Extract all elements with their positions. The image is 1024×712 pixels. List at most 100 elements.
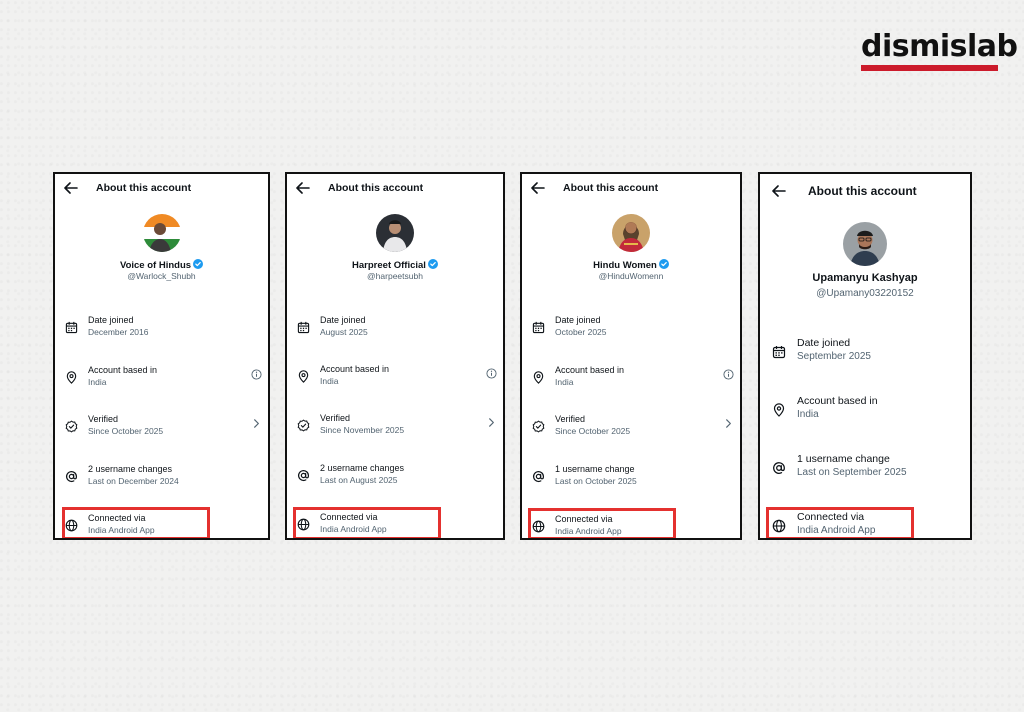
- calendar-icon: [297, 321, 310, 334]
- logo-underline-bar: [861, 65, 998, 71]
- at-sign-icon: [772, 461, 786, 475]
- account-card-1: About this account Voice of Hindus @Warl…: [53, 172, 270, 540]
- handle: @Warlock_Shubh: [127, 271, 196, 281]
- row-title: 2 username changes: [88, 464, 173, 474]
- chevron-right-icon[interactable]: [251, 418, 262, 429]
- verified-badge-icon: [659, 259, 669, 269]
- card-header: About this account: [55, 174, 268, 202]
- info-row-username-changes[interactable]: 2 username changes Last on December 2024: [55, 464, 268, 494]
- avatar: [612, 214, 650, 252]
- info-row-username-changes[interactable]: 1 username change Last on September 2025: [760, 453, 970, 483]
- row-title: Verified: [88, 414, 119, 424]
- row-value: Last on December 2024: [88, 476, 179, 486]
- handle: @HinduWomenn: [598, 271, 664, 281]
- highlight-box: [62, 507, 210, 538]
- display-name-row: Upamanyu Kashyap: [760, 272, 970, 284]
- highlight-box: [293, 507, 441, 538]
- info-icon[interactable]: [486, 368, 497, 379]
- avatar: [843, 222, 887, 266]
- card-header: About this account: [760, 174, 970, 202]
- location-pin-icon: [297, 370, 310, 383]
- location-pin-icon: [532, 371, 545, 384]
- header-title: About this account: [808, 184, 917, 198]
- info-row-date-joined[interactable]: Date joined August 2025: [287, 315, 503, 345]
- row-value: Last on August 2025: [320, 475, 398, 485]
- row-value: Since October 2025: [88, 426, 164, 436]
- calendar-icon: [532, 321, 545, 334]
- highlight-box: [528, 508, 676, 538]
- row-title: 2 username changes: [320, 463, 405, 473]
- row-title: Verified: [555, 414, 586, 424]
- calendar-icon: [65, 321, 78, 334]
- row-value: October 2025: [555, 327, 607, 337]
- row-value: India: [88, 377, 107, 387]
- back-arrow-icon[interactable]: [296, 182, 310, 194]
- display-name: Voice of Hindus: [119, 260, 192, 271]
- info-row-verified[interactable]: Verified Since November 2025: [287, 413, 503, 443]
- verified-check-icon: [65, 420, 78, 433]
- info-row-date-joined[interactable]: Date joined September 2025: [760, 337, 970, 367]
- card-header: About this account: [287, 174, 503, 202]
- verified-badge-icon: [193, 259, 203, 269]
- row-value: India: [320, 376, 339, 386]
- info-row-date-joined[interactable]: Date joined December 2016: [55, 315, 268, 345]
- info-icon[interactable]: [251, 369, 262, 380]
- display-name: Upamanyu Kashyap: [812, 272, 918, 284]
- row-title: Account based in: [797, 395, 878, 407]
- avatar: [142, 214, 181, 252]
- at-sign-icon: [297, 469, 310, 482]
- row-title: Date joined: [88, 315, 134, 325]
- info-row-account-based-in[interactable]: Account based in India: [760, 395, 970, 425]
- highlight-box: [766, 507, 914, 538]
- row-value: September 2025: [797, 351, 871, 362]
- header-title: About this account: [328, 182, 424, 194]
- logo-text: dismislab: [861, 29, 1018, 64]
- handle: @Upamany03220152: [816, 288, 914, 299]
- verified-check-icon: [297, 419, 310, 432]
- row-value: India: [555, 377, 574, 387]
- row-value: December 2016: [88, 327, 149, 337]
- info-row-date-joined[interactable]: Date joined October 2025: [522, 315, 740, 345]
- display-name-row: Hindu Women: [522, 259, 740, 271]
- info-row-verified[interactable]: Verified Since October 2025: [522, 414, 740, 444]
- chevron-right-icon[interactable]: [486, 417, 497, 428]
- info-row-verified[interactable]: Verified Since October 2025: [55, 414, 268, 444]
- account-card-4: About this account Upamanyu Kashyap @Upa…: [758, 172, 972, 540]
- info-row-account-based-in[interactable]: Account based in India: [522, 365, 740, 395]
- location-pin-icon: [65, 371, 78, 384]
- info-row-account-based-in[interactable]: Account based in India: [55, 365, 268, 395]
- back-arrow-icon[interactable]: [64, 182, 78, 194]
- chevron-right-icon[interactable]: [723, 418, 734, 429]
- row-title: Date joined: [320, 315, 366, 325]
- at-sign-icon: [532, 470, 545, 483]
- info-icon[interactable]: [723, 369, 734, 380]
- row-value: Last on October 2025: [555, 476, 637, 486]
- back-arrow-icon[interactable]: [772, 185, 786, 197]
- back-arrow-icon[interactable]: [531, 182, 545, 194]
- info-row-account-based-in[interactable]: Account based in India: [287, 364, 503, 394]
- row-title: 1 username change: [797, 453, 890, 465]
- display-name-row: Voice of Hindus: [55, 259, 268, 271]
- at-sign-icon: [65, 470, 78, 483]
- info-row-username-changes[interactable]: 2 username changes Last on August 2025: [287, 463, 503, 493]
- row-value: Since October 2025: [555, 426, 631, 436]
- location-pin-icon: [772, 403, 786, 417]
- verified-check-icon: [532, 420, 545, 433]
- display-name-row: Harpreet Official: [287, 259, 503, 271]
- account-card-2: About this account Harpreet Official @ha…: [285, 172, 505, 540]
- row-title: Date joined: [797, 337, 851, 349]
- row-title: Account based in: [555, 365, 625, 375]
- header-title: About this account: [563, 182, 659, 194]
- display-name: Harpreet Official: [352, 260, 426, 271]
- calendar-icon: [772, 345, 786, 359]
- info-row-username-changes[interactable]: 1 username change Last on October 2025: [522, 464, 740, 494]
- row-value: August 2025: [320, 327, 368, 337]
- row-value: Last on September 2025: [797, 467, 907, 478]
- row-value: India: [797, 409, 819, 420]
- row-title: 1 username change: [555, 464, 635, 474]
- row-title: Account based in: [320, 364, 390, 374]
- row-title: Verified: [320, 413, 351, 423]
- display-name: Hindu Women: [593, 260, 657, 271]
- account-card-3: About this account Hindu Women @HinduWom…: [520, 172, 742, 540]
- row-title: Date joined: [555, 315, 601, 325]
